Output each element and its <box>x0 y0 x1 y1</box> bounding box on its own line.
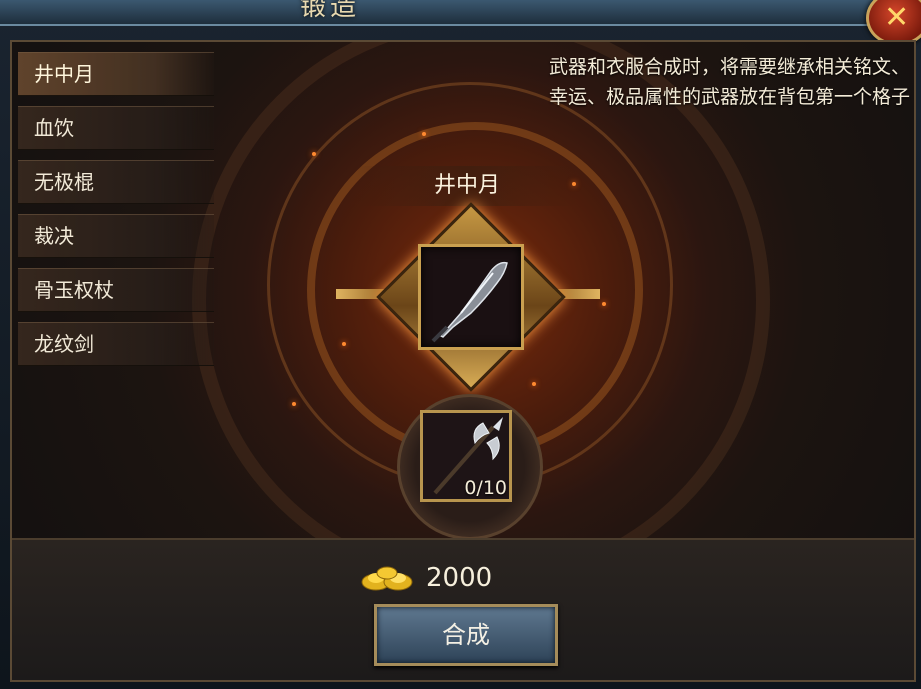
ember-particle <box>312 152 316 156</box>
ember-particle <box>532 382 536 386</box>
target-item-slot[interactable] <box>418 244 524 350</box>
ember-particle <box>422 132 426 136</box>
weapon-list-item[interactable]: 血饮 <box>18 106 214 150</box>
close-icon: ✕ <box>884 0 910 35</box>
weapon-list-item[interactable]: 骨玉权杖 <box>18 268 214 312</box>
broadsword-icon <box>431 261 508 343</box>
craft-button[interactable]: 合成 <box>374 604 558 666</box>
craft-footer: 2000 合成 <box>12 538 914 680</box>
weapon-list-item[interactable]: 井中月 <box>18 52 214 96</box>
title-banner: 锻造 <box>0 0 921 26</box>
craft-notice: 武器和衣服合成时，将需要继承相关铭文、 幸运、极品属性的武器放在背包第一个格子 <box>430 52 914 114</box>
weapon-list-item[interactable]: 裁决 <box>18 214 214 258</box>
gold-ingot-icon <box>361 566 413 591</box>
window-title: 锻造 <box>300 0 361 22</box>
weapon-list-item[interactable]: 无极棍 <box>18 160 214 204</box>
material-count: 0/10 <box>464 477 507 499</box>
notice-line: 幸运、极品属性的武器放在背包第一个格子 <box>548 86 910 108</box>
weapon-list: 井中月 血饮 无极棍 裁决 骨玉权杖 龙纹剑 <box>18 52 214 376</box>
forge-window: 锻造 ✕ 井中月 血饮 无极棍 裁决 骨玉权杖 龙纹剑 武器和衣服合成时，将需要… <box>0 0 921 689</box>
ember-particle <box>342 342 346 346</box>
cost-value: 2000 <box>426 563 493 593</box>
notice-line: 武器和衣服合成时，将需要继承相关铭文、 <box>548 56 910 78</box>
target-item-name: 井中月 <box>357 166 577 206</box>
ember-particle <box>292 402 296 406</box>
weapon-list-item[interactable]: 龙纹剑 <box>18 322 214 366</box>
forge-panel: 井中月 血饮 无极棍 裁决 骨玉权杖 龙纹剑 武器和衣服合成时，将需要继承相关铭… <box>10 40 916 682</box>
ember-particle <box>602 302 606 306</box>
material-slot[interactable]: 0/10 <box>420 410 512 502</box>
target-item-frame <box>336 202 600 392</box>
